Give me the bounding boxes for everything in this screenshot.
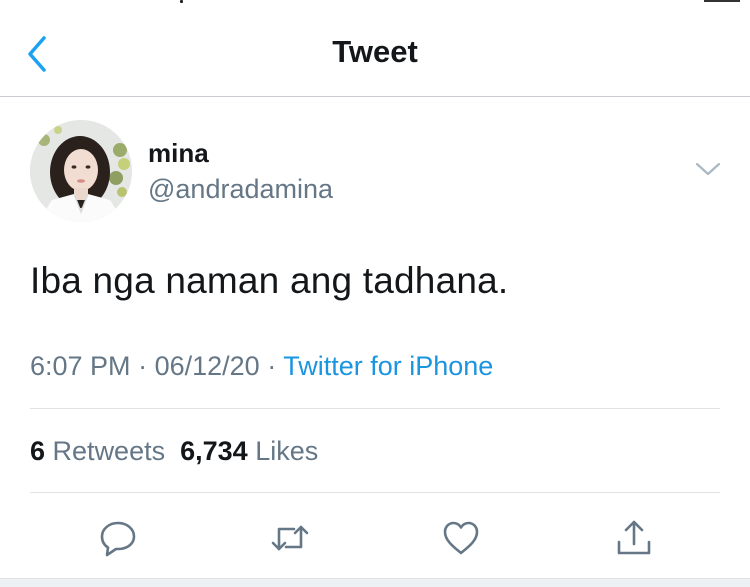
tweet-text: Iba nga naman ang tadhana. [30, 260, 509, 301]
battery-indicator [704, 0, 740, 2]
like-icon [443, 521, 479, 555]
likes-stat[interactable]: 6,734 Likes [180, 436, 318, 466]
meta-separator: · [138, 351, 148, 381]
more-options-button[interactable] [693, 159, 723, 181]
navigation-bar: Tweet [0, 6, 750, 97]
tweet-detail-screen: Tweet mina @andradamina Iba nga naman an… [0, 0, 750, 587]
likes-count: 6,734 [180, 436, 248, 466]
chevron-down-icon [695, 162, 721, 176]
like-button[interactable] [441, 518, 481, 558]
divider [30, 408, 720, 409]
page-title: Tweet [332, 34, 418, 69]
share-icon [617, 520, 651, 555]
retweets-stat[interactable]: 6 Retweets [30, 436, 165, 466]
avatar-photo [30, 120, 132, 222]
share-button[interactable] [614, 518, 654, 558]
meta-separator: · [267, 351, 277, 381]
user-handle[interactable]: @andradamina [148, 174, 333, 205]
display-name[interactable]: mina [148, 138, 209, 169]
retweets-count: 6 [30, 436, 46, 466]
likes-label: Likes [255, 436, 319, 466]
divider [30, 492, 720, 493]
reply-icon [100, 521, 136, 557]
tweet-date: 06/12/20 [154, 351, 260, 381]
tweet-source-link[interactable]: Twitter for iPhone [283, 351, 493, 381]
tweet-meta: 6:07 PM · 06/12/20 · Twitter for iPhone [30, 351, 493, 382]
retweet-button[interactable] [270, 518, 310, 558]
status-bar-mark [180, 0, 183, 3]
reply-button[interactable] [98, 518, 138, 558]
retweet-icon [271, 525, 309, 551]
tweet-stats: 6 Retweets 6,734 Likes [30, 436, 318, 467]
avatar[interactable] [30, 120, 132, 222]
tweet-time: 6:07 PM [30, 351, 131, 381]
bottom-separator [0, 578, 750, 587]
retweets-label: Retweets [52, 436, 166, 466]
